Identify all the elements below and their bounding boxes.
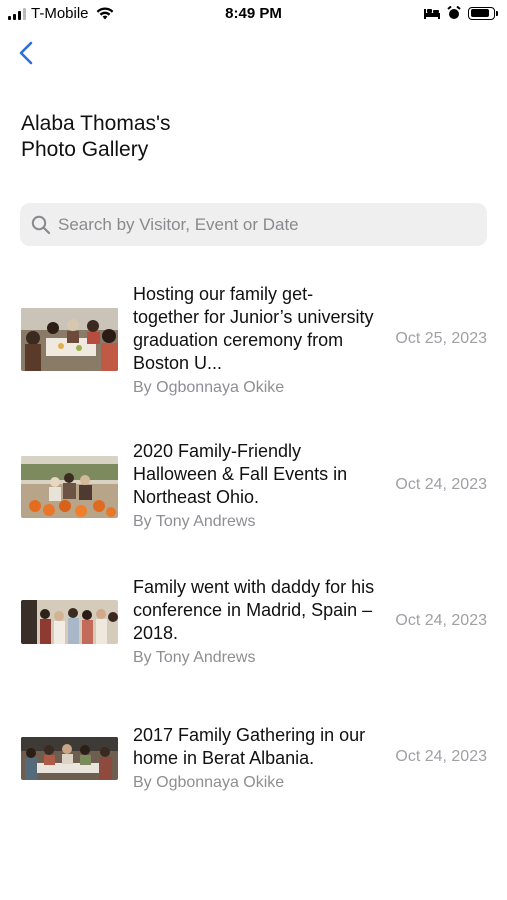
- item-author: By Ogbonnaya Okike: [133, 774, 285, 791]
- alarm-icon: [447, 6, 461, 19]
- battery-level: [470, 9, 490, 17]
- item-date: Oct 24, 2023: [395, 476, 487, 493]
- list-item[interactable]: Family went with daddy for his conferenc…: [0, 576, 507, 676]
- page-title: Alaba Thomas's Photo Gallery: [21, 111, 171, 163]
- item-title: 2017 Family Gathering in our home in Ber…: [133, 725, 366, 768]
- item-date: Oct 24, 2023: [395, 612, 487, 629]
- item-text: 2017 Family Gathering in our home in Ber…: [133, 724, 378, 793]
- item-author: By Tony Andrews: [133, 649, 256, 666]
- search-bar[interactable]: [20, 203, 487, 246]
- page-title-line-1: Alaba Thomas's: [21, 112, 171, 135]
- item-date: Oct 25, 2023: [395, 330, 487, 347]
- thumbnail-image: [21, 456, 118, 518]
- status-bar: T-Mobile 8:49 PM: [0, 0, 507, 28]
- thumbnail-image: [21, 737, 118, 780]
- status-right: [424, 6, 498, 20]
- item-title: 2020 Family-Friendly Halloween & Fall Ev…: [133, 441, 348, 507]
- item-title: Hosting our family get-together for Juni…: [133, 284, 374, 373]
- item-author: By Tony Andrews: [133, 513, 256, 530]
- item-text: 2020 Family-Friendly Halloween & Fall Ev…: [133, 440, 378, 532]
- item-author: By Ogbonnaya Okike: [133, 379, 285, 396]
- bed-icon: [424, 8, 440, 19]
- page-title-line-2: Photo Gallery: [21, 138, 149, 161]
- item-text: Hosting our family get-together for Juni…: [133, 283, 378, 398]
- search-input[interactable]: [58, 214, 478, 235]
- item-date: Oct 24, 2023: [395, 748, 487, 765]
- item-text: Family went with daddy for his conferenc…: [133, 576, 378, 668]
- list-item[interactable]: 2020 Family-Friendly Halloween & Fall Ev…: [0, 440, 507, 540]
- search-icon: [30, 214, 52, 236]
- battery-icon: [468, 6, 498, 20]
- chevron-left-icon: [19, 41, 33, 65]
- thumbnail-image: [21, 600, 118, 644]
- back-button[interactable]: [14, 38, 38, 68]
- list-item[interactable]: 2017 Family Gathering in our home in Ber…: [0, 724, 507, 804]
- thumbnail-image: [21, 308, 118, 371]
- list-item[interactable]: Hosting our family get-together for Juni…: [0, 280, 507, 410]
- item-title: Family went with daddy for his conferenc…: [133, 577, 375, 643]
